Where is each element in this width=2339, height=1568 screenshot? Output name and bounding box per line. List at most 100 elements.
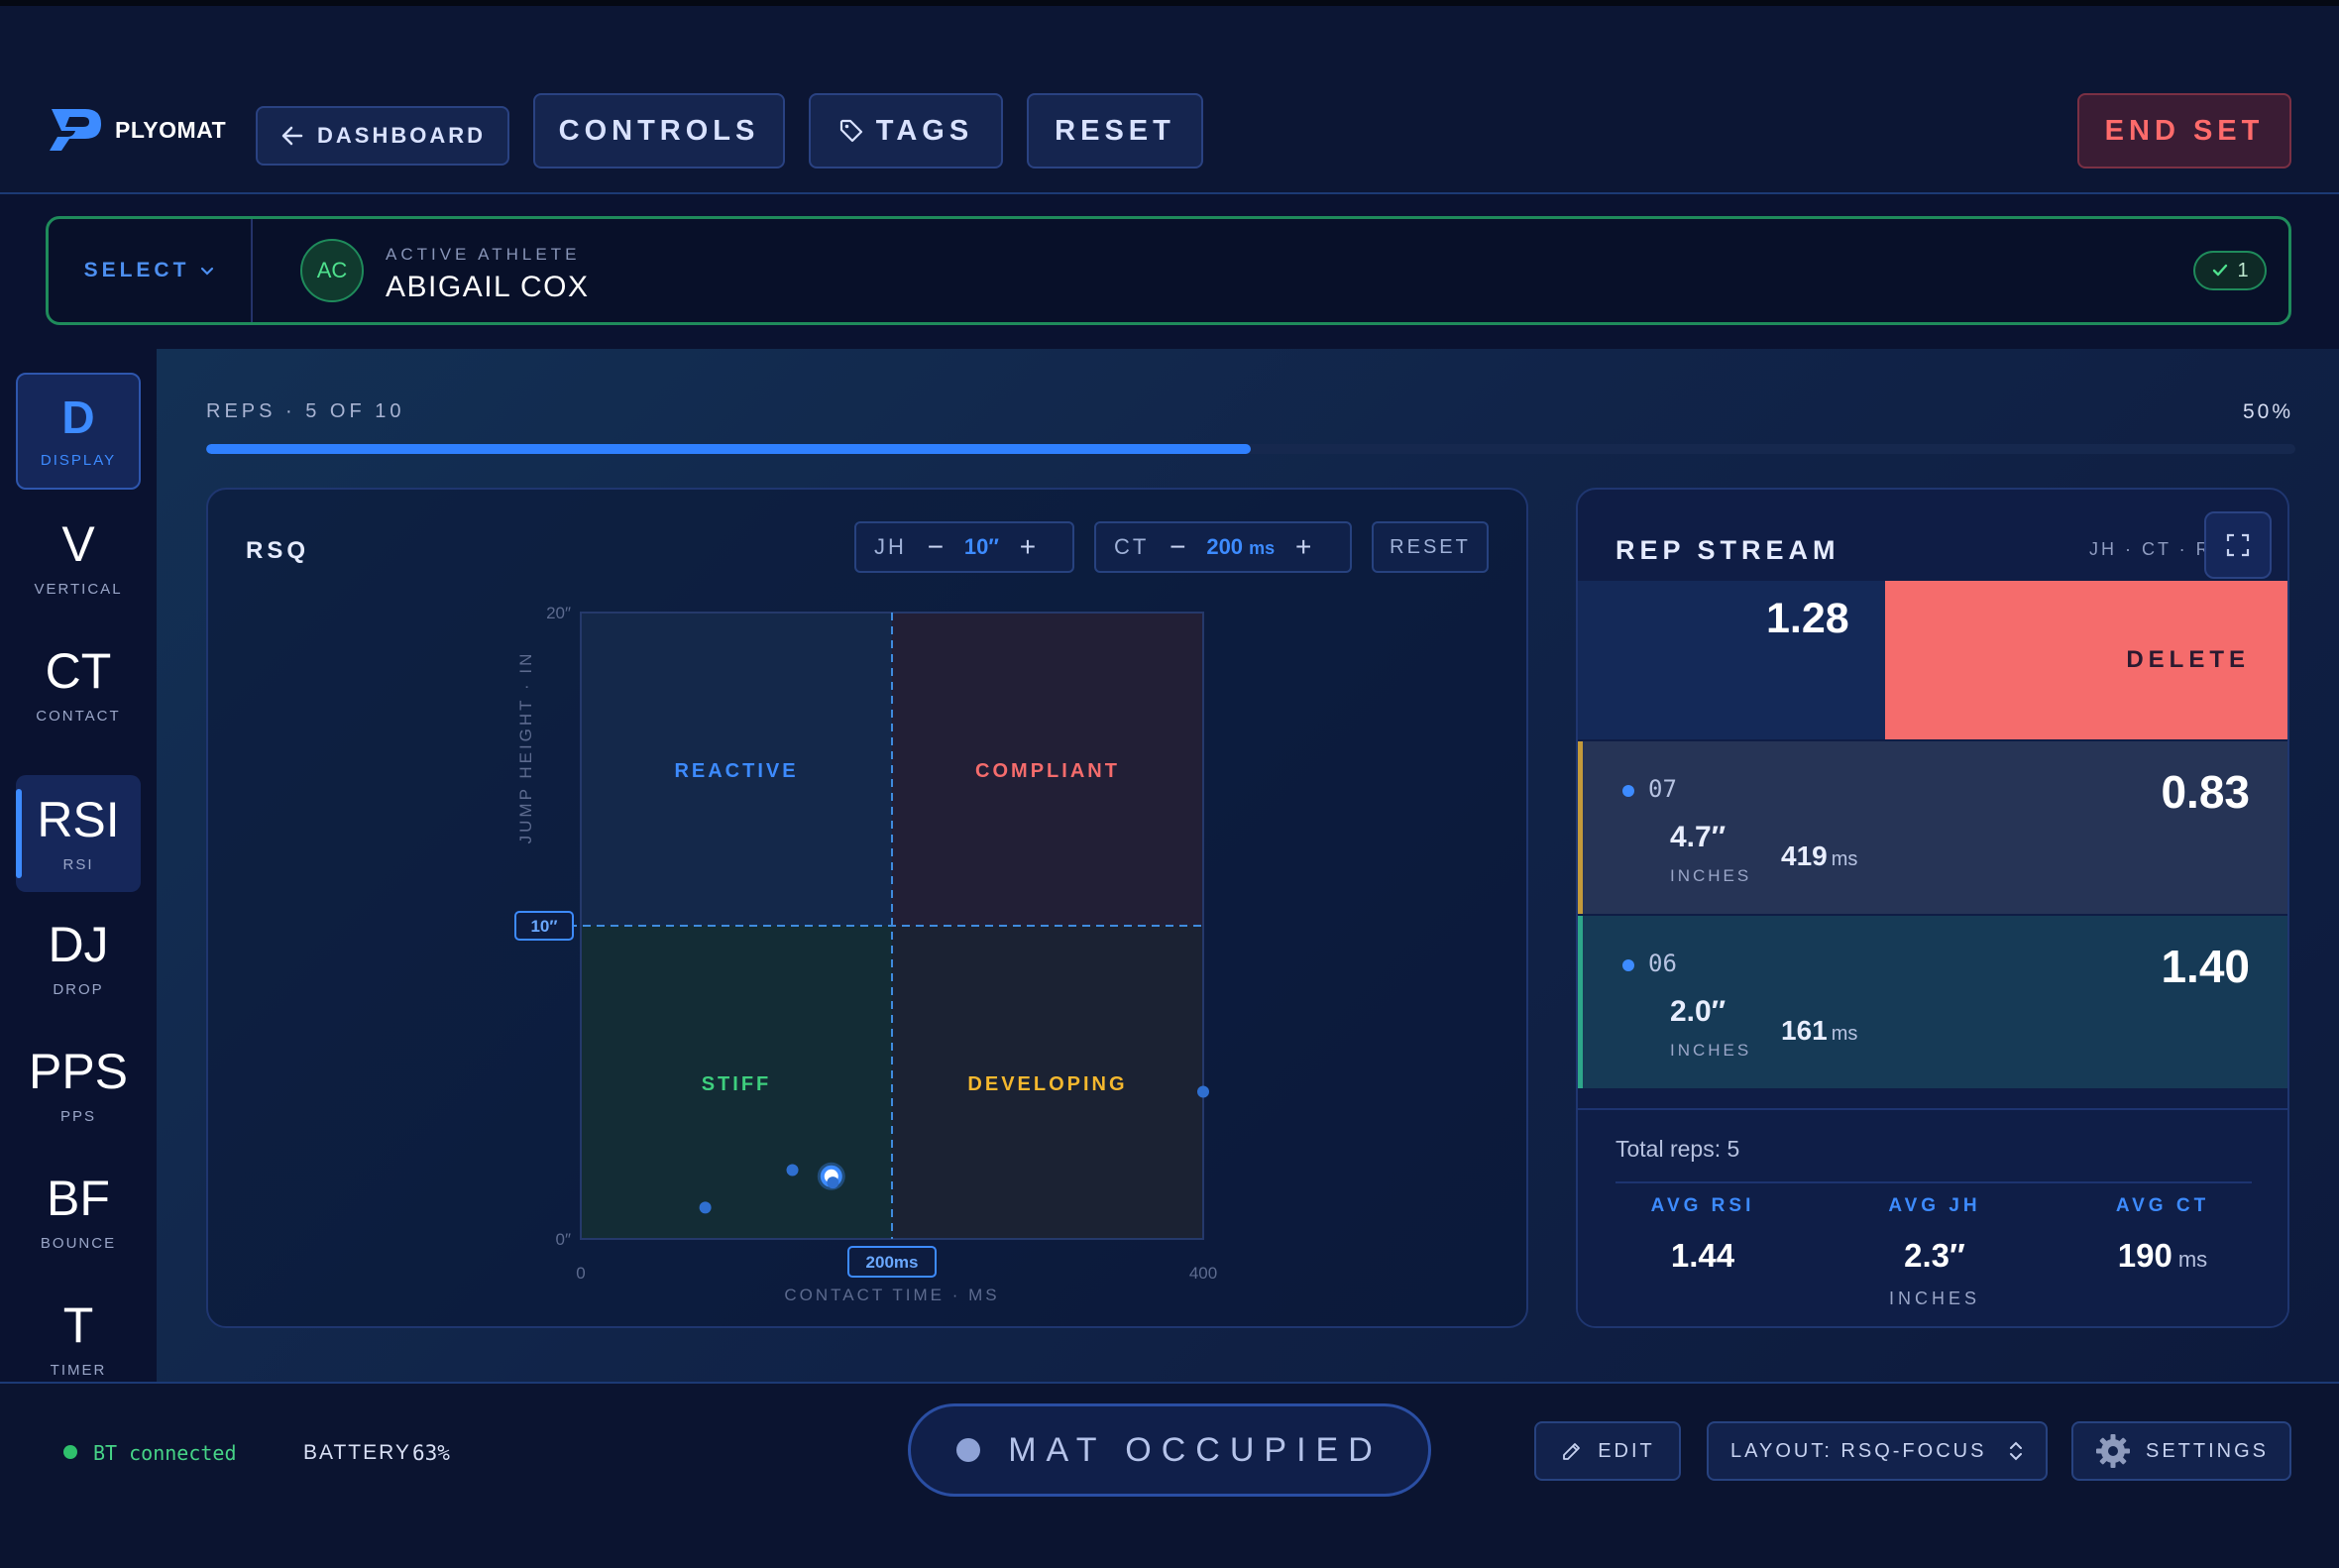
rep-number: 07 [1648, 775, 1677, 803]
active-athlete-card: SELECT AC ACTIVE ATHLETE ABIGAIL COX 1 [46, 216, 2291, 325]
athlete-count: 1 [2237, 259, 2249, 281]
pencil-icon [1563, 1443, 1581, 1460]
rep-row[interactable]: 07 0.83 4.7″ INCHES 419 ms [1578, 741, 2287, 914]
jh-increment-button[interactable]: + [1013, 531, 1043, 563]
tags-button[interactable]: TAGS [809, 93, 1003, 168]
dashboard-label: DASHBOARD [317, 123, 486, 148]
mat-status-pill: MAT OCCUPIED [908, 1403, 1431, 1497]
edit-label: EDIT [1598, 1439, 1655, 1462]
quadrant-label: COMPLIANT [975, 760, 1120, 782]
end-set-button[interactable]: END SET [2077, 93, 2291, 168]
rep-point [827, 1176, 839, 1189]
rep-jump-height: 4.7″ [1670, 821, 1726, 853]
rep-row[interactable]: 06 1.40 2.0″ INCHES 161 ms [1578, 916, 2287, 1088]
mat-status-dot [956, 1438, 981, 1462]
sidebar-item-label: CONTACT [36, 707, 121, 725]
gear-icon [2095, 1434, 2130, 1468]
select-athlete-button[interactable]: SELECT [49, 219, 253, 322]
sidebar-item-label: DISPLAY [40, 451, 117, 469]
sidebar-item-display[interactable]: D DISPLAY [16, 373, 141, 490]
arrow-left-icon [281, 126, 303, 146]
check-icon [2213, 264, 2228, 277]
sidebar-item-glyph: T [62, 1296, 94, 1353]
rep-contact-time-value: 419 [1781, 840, 1828, 871]
avg-jh-unit: INCHES [1888, 1288, 1980, 1308]
rep-contact-time-value: 161 [1781, 1015, 1828, 1046]
sidebar-item-timer[interactable]: T TIMER [16, 1281, 141, 1398]
avg-ct-value-wrap: 190 ms [2054, 1237, 2272, 1275]
sidebar-item-glyph: PPS [28, 1043, 129, 1099]
sidebar-item-pps[interactable]: PPS PPS [16, 1027, 141, 1144]
athlete-name: ABIGAIL COX [386, 271, 590, 303]
rep-point [786, 1164, 799, 1176]
avg-rsi: AVG RSI 1.44 [1594, 1195, 1812, 1275]
sidebar-item-contact[interactable]: CT CONTACT [16, 626, 141, 743]
reps-progress-fill [206, 444, 1251, 454]
layout-select[interactable]: LAYOUT: RSQ-FOCUS [1707, 1421, 2048, 1481]
sidebar-item-label: RSI [62, 855, 94, 873]
rep-jump-height-unit: INCHES [1670, 866, 1752, 885]
rep-row-swiped[interactable]: 1.28 DELETE [1578, 581, 2287, 739]
avg-rsi-value: 1.44 [1670, 1237, 1735, 1274]
expand-button[interactable] [2204, 511, 2272, 579]
brand-name: PLYOMAT [115, 116, 227, 143]
rep-number: 06 [1648, 950, 1677, 977]
sidebar-item-glyph: BF [47, 1170, 110, 1226]
sidebar-item-bounce[interactable]: BF BOUNCE [16, 1154, 141, 1271]
y-tick-label: 0″ [556, 1230, 571, 1249]
select-label: SELECT [83, 259, 190, 281]
x-axis-label: CONTACT TIME · MS [784, 1286, 999, 1304]
sidebar-item-vertical[interactable]: V VERTICAL [16, 500, 141, 616]
avg-ct-label: AVG CT [2115, 1195, 2210, 1216]
sidebar-item-rsi[interactable]: RSI RSI [16, 775, 141, 892]
chevron-down-icon [201, 267, 214, 276]
sidebar-item-label: TIMER [50, 1361, 107, 1379]
ct-increment-button[interactable]: + [1288, 531, 1318, 563]
rsq-quadrant-chart: REACTIVE COMPLIANT STIFF DEVELOPING 20″ 0″ 0 40… [514, 604, 1217, 1304]
plyomat-logo-icon [50, 109, 101, 151]
jh-decrement-button[interactable]: − [921, 531, 950, 563]
ct-threshold-badge-label: 200ms [866, 1253, 919, 1272]
sidebar-item-drop[interactable]: DJ DROP [16, 900, 141, 1017]
settings-label: SETTINGS [2145, 1439, 2269, 1462]
ct-decrement-button[interactable]: − [1163, 531, 1192, 563]
ct-label: CT [1114, 534, 1150, 559]
rep-rsi-value: 0.83 [2161, 766, 2250, 818]
rsq-reset-button[interactable]: RESET [1372, 521, 1489, 573]
dashboard-button[interactable]: DASHBOARD [256, 106, 509, 166]
status-footer: BT connected BATTERY 63% MAT OCCUPIED ED… [0, 1382, 2339, 1568]
reset-button[interactable]: RESET [1027, 93, 1203, 168]
sidebar-item-glyph: RSI [37, 791, 120, 847]
rep-contact-time-unit: ms [1831, 1023, 1858, 1045]
expand-icon [2226, 533, 2250, 557]
rep-jump-height: 2.0″ [1670, 995, 1726, 1028]
delete-rep-button[interactable]: DELETE [1885, 581, 2287, 739]
tag-icon [839, 119, 862, 143]
sidebar-item-glyph: V [61, 515, 95, 572]
rep-status-dot [1622, 959, 1634, 971]
athlete-avatar: AC [300, 239, 364, 302]
quadrant-label: REACTIVE [674, 760, 798, 782]
rep-stream-title: REP STREAM [1615, 535, 1840, 565]
rsq-title: RSQ [246, 537, 310, 564]
rsq-panel: REACTIVE COMPLIANT STIFF DEVELOPING 20″ 0″ 0 40… [206, 488, 1528, 1328]
athlete-count-badge: 1 [2193, 251, 2267, 290]
sidebar-item-label: DROP [53, 980, 104, 998]
rep-point [1197, 1085, 1209, 1098]
ct-threshold-number: 200 [1206, 534, 1244, 559]
controls-button[interactable]: CONTROLS [533, 93, 785, 168]
sidebar-item-label: BOUNCE [40, 1234, 117, 1252]
settings-button[interactable]: SETTINGS [2071, 1421, 2291, 1481]
end-set-label: END SET [2104, 114, 2265, 147]
rep-contact-time-unit: ms [1831, 848, 1858, 870]
ct-threshold-stepper: CT − 200 ms + [1094, 521, 1352, 573]
rep-rsi-value: 1.40 [2161, 941, 2250, 992]
rep-rsi-value: 1.28 [1766, 595, 1849, 642]
edit-button[interactable]: EDIT [1534, 1421, 1681, 1481]
battery-value: 63% [412, 1441, 450, 1465]
avg-jh-label: AVG JH [1888, 1195, 1981, 1216]
avg-ct-unit: ms [2177, 1247, 2208, 1272]
main-content: REPS · 5 OF 10 50% REACTIVE COMPLIANT STIF… [157, 349, 2339, 1382]
rep-contact-time: 419 ms [1781, 840, 1857, 872]
avg-ct: AVG CT 190 ms [2054, 1195, 2272, 1275]
